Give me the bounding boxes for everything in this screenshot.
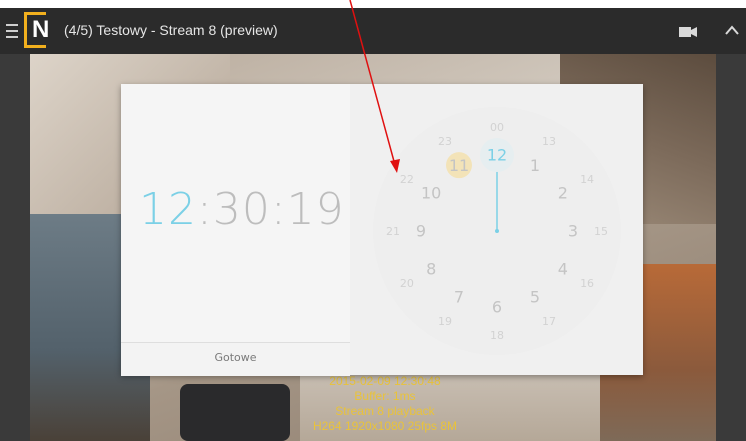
clock-number[interactable]: 2 (558, 184, 568, 203)
hour-value[interactable]: 12 (139, 184, 197, 235)
clock-number[interactable]: 12 (487, 146, 507, 165)
osd-line: 2015-02-09 12:30:48 (329, 374, 441, 388)
time-display-pane: 12:30:19 Gotowe (121, 84, 350, 376)
clock-number[interactable]: 00 (490, 121, 504, 134)
clock-number[interactable]: 18 (490, 329, 504, 342)
clock-number[interactable]: 17 (542, 315, 556, 328)
clock-number[interactable]: 19 (438, 315, 452, 328)
app-bar: N (4/5) Testowy - Stream 8 (preview) (0, 8, 746, 54)
clock-number[interactable]: 9 (416, 222, 426, 241)
clock-number[interactable]: 8 (426, 260, 436, 279)
clock-number[interactable]: 16 (580, 277, 594, 290)
video-osd: 2015-02-09 12:30:48 Buffer: 1ms Stream 8… (300, 374, 470, 434)
osd-line: Buffer: 1ms (354, 389, 416, 403)
osd-line: Stream 8 playback (335, 404, 435, 418)
clock-center (495, 229, 499, 233)
osd-line: H264 1920x1080 25fps 8M (312, 419, 458, 433)
done-button[interactable]: Gotowe (121, 351, 350, 364)
clock-number[interactable]: 13 (542, 135, 556, 148)
clock-number[interactable]: 21 (386, 225, 400, 238)
video-camera-icon[interactable] (679, 27, 697, 37)
clock-number[interactable]: 10 (421, 184, 441, 203)
clock-number[interactable]: 6 (492, 298, 502, 317)
second-value[interactable]: 19 (287, 184, 345, 235)
clock-dial[interactable]: 121234567891011001314151617181920212223 (372, 106, 622, 356)
minute-value[interactable]: 30 (213, 184, 271, 235)
clock-number[interactable]: 15 (594, 225, 608, 238)
clock-number[interactable]: 23 (438, 135, 452, 148)
menu-icon[interactable] (6, 24, 18, 38)
clock-number[interactable]: 14 (580, 173, 594, 186)
clock-number[interactable]: 20 (400, 277, 414, 290)
time-readout: 12:30:19 (139, 184, 345, 235)
clock-number[interactable]: 5 (530, 287, 540, 306)
clock-pane: 12 1 2 3 4 5 6 7 8 9 10 11 00 13 14 15 16 17 18 19 20 21 22 23 (350, 84, 643, 375)
clock-number[interactable]: 4 (558, 260, 568, 279)
chevron-up-icon[interactable] (724, 24, 740, 36)
clock-number[interactable]: 11 (449, 156, 469, 175)
app-logo: N (24, 12, 52, 48)
clock-number[interactable]: 22 (400, 173, 414, 186)
time-picker-dialog: 12:30:19 Gotowe 12 1 2 3 4 5 6 7 8 9 10 11 00 13 14 15 1… (121, 84, 643, 376)
clock-number[interactable]: 7 (454, 287, 464, 306)
clock-number[interactable]: 3 (568, 222, 578, 241)
stream-title: (4/5) Testowy - Stream 8 (preview) (64, 22, 278, 38)
dialog-actions: Gotowe (121, 342, 350, 376)
clock-number[interactable]: 1 (530, 156, 540, 175)
